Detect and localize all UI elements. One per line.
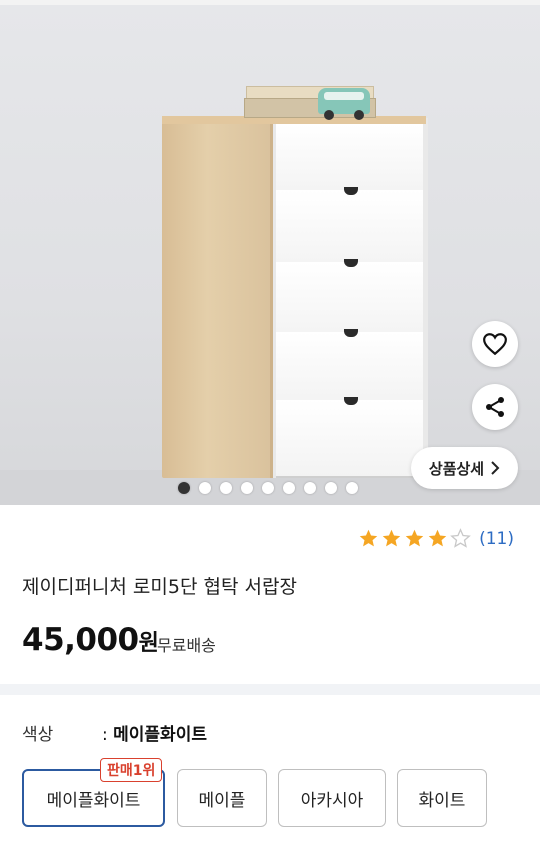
chevron-right-icon: [491, 461, 500, 475]
star-filled-icon: [405, 529, 424, 547]
product-image[interactable]: 상품상세: [0, 0, 540, 505]
top-strip: [0, 0, 540, 5]
option-separator: :: [102, 725, 108, 745]
star-filled-icon: [382, 529, 401, 547]
pagination-dot[interactable]: [304, 482, 316, 494]
option-label: 색상: [22, 725, 54, 745]
option-button-label: 아카시아: [300, 790, 364, 811]
option-button-label: 화이트: [418, 790, 466, 811]
option-button-white[interactable]: 화이트: [397, 769, 487, 827]
drawer: [276, 397, 423, 478]
toy-van: [318, 88, 370, 120]
drawer: [276, 329, 423, 406]
rating[interactable]: (11): [358, 528, 514, 549]
price-amount: 45,000: [22, 622, 139, 658]
product-detail-button[interactable]: 상품상세: [411, 447, 518, 489]
price-unit: 원: [138, 631, 159, 656]
pagination-dot[interactable]: [220, 482, 232, 494]
pagination-dot[interactable]: [262, 482, 274, 494]
product-detail-label: 상품상세: [428, 459, 485, 478]
section-divider: [0, 684, 540, 695]
pagination-dot[interactable]: [199, 482, 211, 494]
review-count[interactable]: (11): [479, 529, 514, 549]
wishlist-button[interactable]: [472, 321, 518, 367]
option-button-acacia[interactable]: 아카시아: [278, 769, 386, 827]
product-title: 제이디퍼니처 로미5단 협탁 서랍장: [22, 576, 297, 598]
pagination-dot[interactable]: [346, 482, 358, 494]
pagination-dot[interactable]: [178, 482, 190, 494]
pagination-dot[interactable]: [241, 482, 253, 494]
price: 45,000원: [22, 622, 159, 658]
dresser-side: [162, 118, 276, 478]
option-button-maple[interactable]: 메이플: [177, 769, 267, 827]
star-filled-icon: [428, 529, 447, 547]
option-button-label: 메이플화이트: [46, 790, 141, 811]
star-empty-icon: [450, 528, 471, 548]
option-selected-text: 메이플화이트: [113, 725, 207, 745]
best-seller-badge: 판매1위: [100, 758, 163, 782]
share-button[interactable]: [472, 384, 518, 430]
option-button-label: 메이플: [198, 790, 246, 811]
shipping-info: 무료배송: [157, 636, 216, 655]
pagination-dot[interactable]: [325, 482, 337, 494]
share-icon: [486, 397, 504, 417]
heart-icon: [483, 333, 507, 356]
pagination-dot[interactable]: [283, 482, 295, 494]
star-filled-icon: [359, 529, 378, 547]
image-pagination[interactable]: [178, 482, 358, 494]
option-selected-value: : 메이플화이트: [102, 720, 207, 745]
